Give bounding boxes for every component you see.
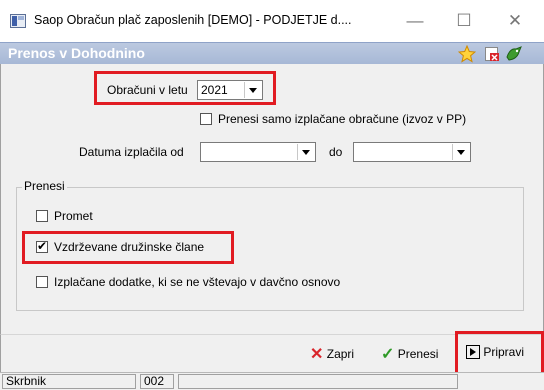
help-icon[interactable]	[505, 45, 523, 63]
promet-label: Promet	[54, 209, 93, 223]
close-button[interactable]: ✕ Zapri	[310, 344, 354, 364]
minimize-button[interactable]: —	[400, 8, 430, 34]
date-to-select[interactable]	[353, 142, 471, 162]
maximize-button[interactable]: ☐	[449, 8, 479, 34]
delete-icon[interactable]	[484, 46, 500, 62]
highlight-family-members	[22, 231, 234, 264]
close-button-label: Zapri	[326, 347, 355, 361]
window-title: Saop Obračun plač zaposlenih [DEMO] - PO…	[34, 13, 352, 27]
check-icon: ✓	[381, 346, 395, 363]
transfer-button-label: Prenesi	[397, 347, 439, 361]
date-from-select[interactable]	[200, 142, 316, 162]
allowances-checkbox[interactable]	[36, 276, 48, 288]
close-icon: ✕	[310, 346, 324, 363]
chevron-down-icon[interactable]	[297, 144, 314, 160]
paid-only-checkbox[interactable]	[200, 113, 212, 125]
status-user: Skrbnik	[2, 374, 136, 389]
status-code: 002	[140, 374, 174, 389]
dialog-header: Prenos v Dohodnino	[0, 42, 544, 64]
dialog-title: Prenos v Dohodnino	[8, 45, 145, 61]
star-icon[interactable]	[457, 44, 477, 63]
close-window-button[interactable]: ✕	[500, 8, 530, 34]
allowances-label: Izplačane dodatke, ki se ne vštevajo v d…	[54, 275, 341, 289]
promet-checkbox[interactable]	[36, 210, 48, 222]
highlight-prepare	[455, 331, 544, 377]
transfer-group-title: Prenesi	[22, 179, 67, 193]
transfer-button[interactable]: ✓ Prenesi	[381, 344, 438, 364]
paid-only-label: Prenesi samo izplačane obračune (izvoz v…	[218, 112, 467, 126]
highlight-year	[94, 71, 276, 105]
status-empty	[178, 374, 458, 389]
chevron-down-icon[interactable]	[452, 144, 469, 160]
date-from-label: Datuma izplačila od	[79, 145, 184, 159]
app-icon	[10, 14, 26, 28]
date-to-label: do	[329, 145, 343, 159]
